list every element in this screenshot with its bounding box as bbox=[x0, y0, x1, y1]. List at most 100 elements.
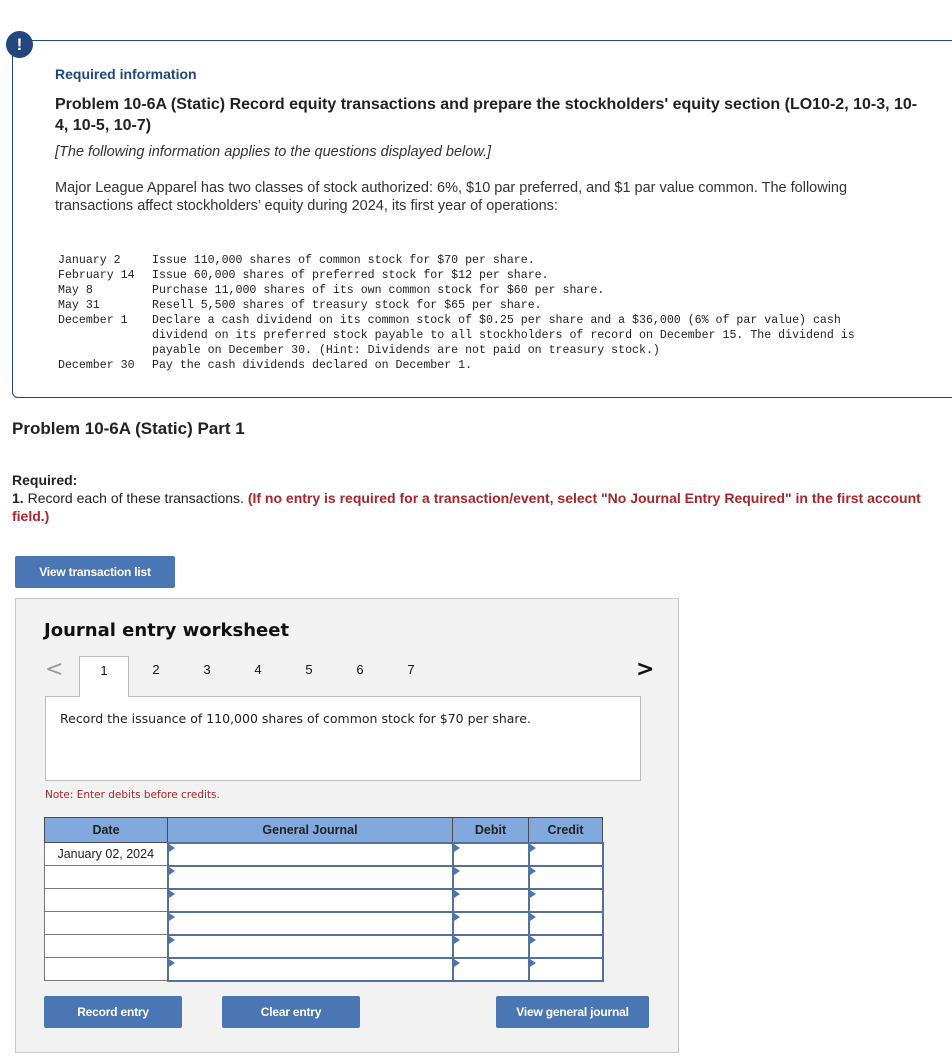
debit-input[interactable] bbox=[453, 912, 528, 934]
debit-cell[interactable] bbox=[451, 933, 530, 959]
transaction-row: January 2 Issue 110,000 shares of common … bbox=[58, 253, 892, 268]
transaction-row: December 30 Pay the cash dividends declar… bbox=[58, 358, 892, 373]
input-marker-icon bbox=[453, 889, 460, 898]
problem-intro: Major League Apparel has two classes of … bbox=[55, 180, 848, 214]
account-select[interactable] bbox=[166, 841, 454, 867]
debit-cell[interactable] bbox=[451, 841, 530, 867]
account-input[interactable] bbox=[168, 958, 452, 980]
transaction-description-text: Record the issuance of 110,000 shares of… bbox=[60, 711, 531, 726]
journal-row bbox=[44, 956, 604, 982]
view-transaction-list-button[interactable]: View transaction list bbox=[15, 556, 175, 588]
date-cell bbox=[44, 888, 168, 912]
account-select[interactable] bbox=[166, 887, 454, 913]
required-information-panel: Required information Problem 10-6A (Stat… bbox=[12, 40, 952, 398]
item-text: Record each of these transactions. bbox=[23, 490, 248, 506]
date-cell bbox=[44, 957, 168, 981]
account-input[interactable] bbox=[168, 843, 452, 865]
transaction-description: Issue 60,000 shares of preferred stock f… bbox=[152, 269, 549, 282]
credit-input[interactable] bbox=[529, 843, 602, 865]
tab-2[interactable]: 2 bbox=[131, 656, 181, 696]
transaction-row: February 14 Issue 60,000 shares of prefer… bbox=[58, 268, 892, 283]
transaction-date: December 30 bbox=[58, 359, 135, 372]
input-marker-icon bbox=[529, 912, 536, 921]
debit-cell[interactable] bbox=[451, 956, 530, 982]
transactions-table: January 2 Issue 110,000 shares of common … bbox=[58, 253, 892, 373]
credit-cell[interactable] bbox=[527, 864, 604, 890]
account-select[interactable] bbox=[166, 956, 454, 982]
tab-3[interactable]: 3 bbox=[182, 656, 232, 696]
tab-7[interactable]: 7 bbox=[386, 656, 436, 696]
required-label: Required: bbox=[12, 472, 78, 488]
debit-input[interactable] bbox=[453, 935, 528, 957]
journal-table: Date General Journal Debit Credit Januar… bbox=[44, 817, 604, 982]
debit-input[interactable] bbox=[453, 843, 528, 865]
debit-input[interactable] bbox=[453, 866, 528, 888]
chevron-left-icon[interactable]: < bbox=[45, 657, 63, 682]
input-marker-icon bbox=[529, 889, 536, 898]
transaction-row: May 31 Resell 5,500 shares of treasury st… bbox=[58, 298, 892, 313]
credit-cell[interactable] bbox=[527, 956, 604, 982]
credit-input[interactable] bbox=[529, 889, 602, 911]
tab-6[interactable]: 6 bbox=[335, 656, 385, 696]
credit-input[interactable] bbox=[529, 866, 602, 888]
alert-icon: ! bbox=[6, 31, 33, 58]
debit-input[interactable] bbox=[453, 889, 528, 911]
applies-note: [The following information applies to th… bbox=[55, 144, 492, 160]
account-select[interactable] bbox=[166, 933, 454, 959]
credit-cell[interactable] bbox=[527, 933, 604, 959]
account-select[interactable] bbox=[166, 910, 454, 936]
part-title: Problem 10-6A (Static) Part 1 bbox=[12, 419, 245, 438]
transaction-description: Issue 110,000 shares of common stock for… bbox=[152, 254, 535, 267]
account-input[interactable] bbox=[168, 889, 452, 911]
credit-input[interactable] bbox=[529, 935, 602, 957]
journal-row bbox=[44, 933, 604, 959]
transaction-row: May 8 Purchase 11,000 shares of its own c… bbox=[58, 283, 892, 298]
debit-cell[interactable] bbox=[451, 887, 530, 913]
tab-5[interactable]: 5 bbox=[284, 656, 334, 696]
column-header-date: Date bbox=[44, 817, 168, 843]
debit-input[interactable] bbox=[453, 958, 528, 980]
view-general-journal-button[interactable]: View general journal bbox=[496, 996, 649, 1028]
transaction-description-box: Record the issuance of 110,000 shares of… bbox=[45, 696, 641, 781]
credit-cell[interactable] bbox=[527, 841, 604, 867]
transaction-date: February 14 bbox=[58, 269, 135, 282]
credit-input[interactable] bbox=[529, 912, 602, 934]
account-input[interactable] bbox=[168, 935, 452, 957]
transaction-description: Purchase 11,000 shares of its own common… bbox=[152, 284, 605, 297]
account-input[interactable] bbox=[168, 866, 452, 888]
transaction-date: May 31 bbox=[58, 299, 100, 312]
debit-cell[interactable] bbox=[451, 864, 530, 890]
journal-row bbox=[44, 864, 604, 890]
credit-cell[interactable] bbox=[527, 887, 604, 913]
dropdown-marker-icon bbox=[168, 912, 175, 921]
debit-cell[interactable] bbox=[451, 910, 530, 936]
required-information-heading: Required information bbox=[55, 66, 197, 82]
account-select[interactable] bbox=[166, 864, 454, 890]
transaction-description: Resell 5,500 shares of treasury stock fo… bbox=[152, 299, 542, 312]
date-cell: January 02, 2024 bbox=[44, 842, 168, 866]
item-number: 1. bbox=[12, 490, 24, 506]
tab-1[interactable]: 1 bbox=[79, 656, 129, 697]
worksheet-title: Journal entry worksheet bbox=[44, 620, 290, 641]
input-marker-icon bbox=[529, 866, 536, 875]
account-input[interactable] bbox=[168, 912, 452, 934]
debits-note: Note: Enter debits before credits. bbox=[45, 789, 220, 801]
journal-header-row: Date General Journal Debit Credit bbox=[44, 817, 603, 843]
input-marker-icon bbox=[453, 843, 460, 852]
credit-cell[interactable] bbox=[527, 910, 604, 936]
dropdown-marker-icon bbox=[168, 958, 175, 967]
tab-4[interactable]: 4 bbox=[233, 656, 283, 696]
dropdown-marker-icon bbox=[168, 843, 175, 852]
input-marker-icon bbox=[453, 958, 460, 967]
clear-entry-button[interactable]: Clear entry bbox=[222, 996, 360, 1028]
chevron-right-icon[interactable]: > bbox=[636, 657, 654, 682]
transaction-description: Declare a cash dividend on its common st… bbox=[152, 314, 855, 357]
dropdown-marker-icon bbox=[168, 935, 175, 944]
date-cell bbox=[44, 934, 168, 958]
input-marker-icon bbox=[453, 935, 460, 944]
record-entry-button[interactable]: Record entry bbox=[44, 996, 182, 1028]
transaction-date: January 2 bbox=[58, 254, 121, 267]
input-marker-icon bbox=[453, 866, 460, 875]
credit-input[interactable] bbox=[529, 958, 602, 980]
transaction-date: May 8 bbox=[58, 284, 93, 297]
